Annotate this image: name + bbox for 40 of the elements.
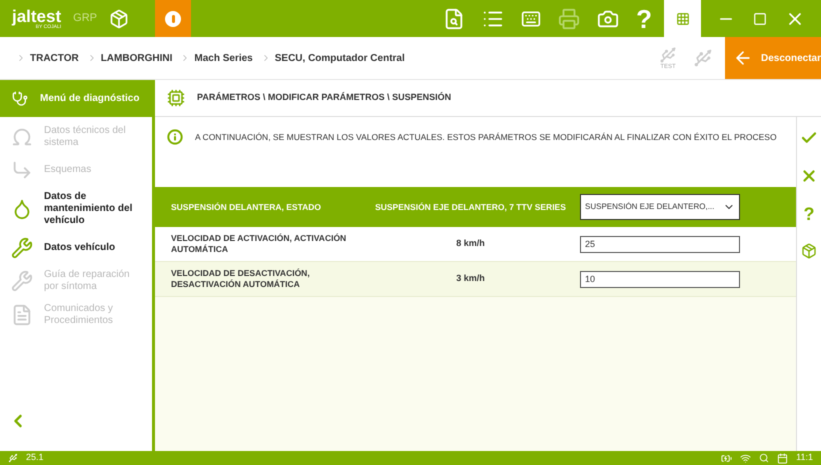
value-input[interactable]: 10	[580, 270, 740, 288]
breadcrumb-item[interactable]: LAMBORGHINI	[100, 50, 172, 66]
sidebar-item[interactable]: Datos vehículo	[0, 237, 144, 259]
alert-button[interactable]	[155, 0, 191, 37]
calendar-icon	[777, 452, 788, 464]
apps-button[interactable]	[664, 0, 701, 37]
table-cell-text: 8 km/h	[455, 237, 486, 250]
breadcrumb-item[interactable]: SECU, Computador Central	[274, 50, 405, 66]
plug-icon[interactable]	[693, 48, 713, 68]
logo: jaltest	[12, 8, 62, 24]
value-input[interactable]: 25	[580, 236, 740, 252]
value-dropdown[interactable]: SUSPENSIÓN EJE DELANTERO,...	[580, 194, 740, 220]
table-cell-text: VELOCIDAD DE ACTIVACIÓN, ACTIVACIÓN AUTOMÁTICA	[171, 233, 348, 255]
table-cell-text: 3 km/h	[455, 272, 486, 286]
page-title: PARÁMETROS \ MODIFICAR PARÁMETROS \ SUSPENSIÓN	[197, 91, 452, 104]
table-cell-text: VELOCIDAD DE DESACTIVACIÓN, DESACTIVACIÓN AUTOMÁTICA	[171, 268, 311, 290]
table-header-cell-text: SUSPENSIÓN EJE DELANTERO, 7 TTV SERIES	[374, 200, 567, 214]
grid-icon	[676, 12, 690, 26]
search-icon	[759, 453, 770, 463]
usb-icon	[8, 453, 18, 463]
plug-icon	[659, 46, 677, 64]
battery-icon	[721, 452, 732, 464]
info-icon	[167, 129, 183, 145]
info-text: A CONTINUACIÓN, SE MUESTRAN LOS VALORES ACTUALES. ESTOS PARÁMETROS SE MODIFICARÁN AL FINALIZAR CON ÉXITO EL PROCESO	[195, 131, 777, 144]
mode-label: GRP	[73, 11, 97, 26]
maximize-icon[interactable]	[753, 12, 767, 26]
table-header-cell-text: SUSPENSIÓN DELANTERA, ESTADO	[171, 200, 322, 214]
document-icon[interactable]	[443, 8, 466, 30]
version-text: 25.1	[26, 451, 44, 464]
package-icon[interactable]	[801, 243, 817, 259]
wifi-icon	[740, 452, 752, 464]
stethoscope-icon	[12, 90, 28, 106]
clock-text: 11:1	[796, 451, 813, 464]
exclamation-icon	[165, 10, 181, 26]
printer-icon[interactable]	[558, 8, 580, 30]
breadcrumb-item[interactable]: Mach Series	[194, 50, 253, 66]
keyboard-icon[interactable]	[521, 8, 542, 28]
breadcrumb-item[interactable]: TRACTOR	[30, 50, 79, 66]
chip-icon	[167, 89, 185, 107]
sidebar-item[interactable]: Datos de mantenimiento del vehículo	[0, 191, 144, 227]
